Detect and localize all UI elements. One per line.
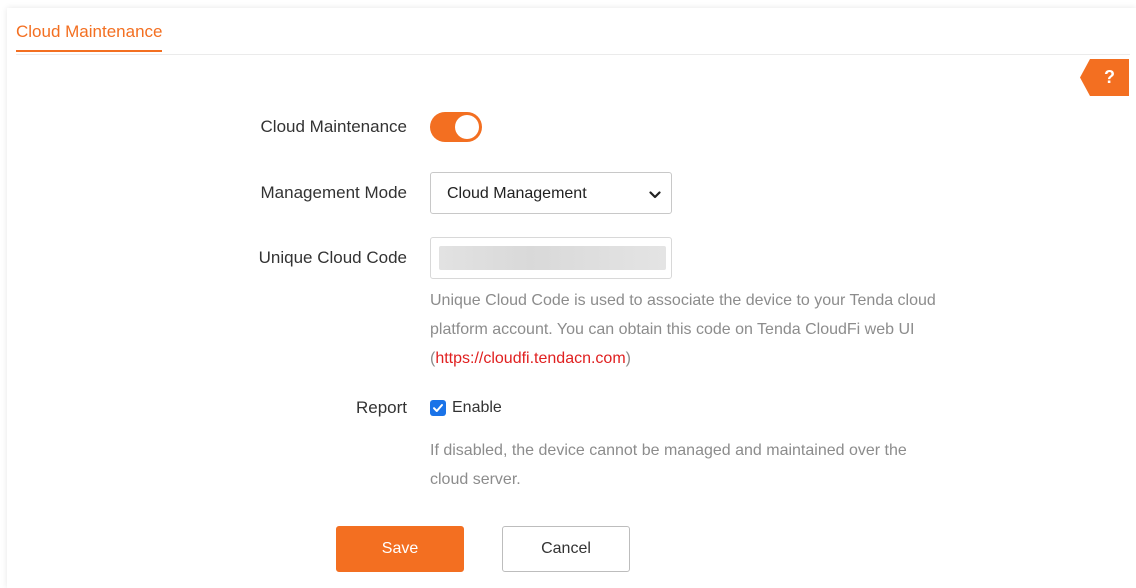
hint-line: If disabled, the device cannot be manage… [430,442,907,459]
cloud-maintenance-toggle[interactable] [430,112,482,142]
management-mode-select[interactable]: Cloud Management [430,172,672,214]
blurred-code-value [439,246,666,270]
hint-line: Unique Cloud Code is used to associate t… [430,292,936,309]
cancel-button[interactable]: Cancel [502,526,630,572]
cloud-maintenance-label: Cloud Maintenance [260,117,407,136]
save-button[interactable]: Save [336,526,464,572]
question-icon: ? [1104,67,1115,87]
chevron-down-icon [649,187,661,205]
report-enable-checkbox[interactable]: Enable [430,398,502,418]
toggle-knob [455,115,479,139]
unique-cloud-code-hint: Unique Cloud Code is used to associate t… [430,286,936,373]
report-label: Report [355,398,407,417]
hint-paren-close: ) [625,350,631,367]
hint-line: platform account. You can obtain this co… [430,321,915,338]
unique-cloud-code-field[interactable] [430,237,672,279]
help-button[interactable]: ? [1080,59,1129,96]
checkbox-checked-icon[interactable] [430,400,446,416]
hint-line: (https://cloudfi.tendacn.com) [430,344,936,373]
hint-line: cloud server. [430,471,521,488]
report-enable-label[interactable]: Enable [452,398,502,418]
cloudfi-link[interactable]: https://cloudfi.tendacn.com [435,350,625,367]
tab-cloud-maintenance[interactable]: Cloud Maintenance [16,22,163,52]
management-mode-selected-value: Cloud Management [447,185,587,202]
report-hint: If disabled, the device cannot be manage… [430,436,907,494]
tab-divider [16,54,1130,55]
management-mode-label: Management Mode [260,183,407,202]
unique-cloud-code-label: Unique Cloud Code [258,248,407,267]
